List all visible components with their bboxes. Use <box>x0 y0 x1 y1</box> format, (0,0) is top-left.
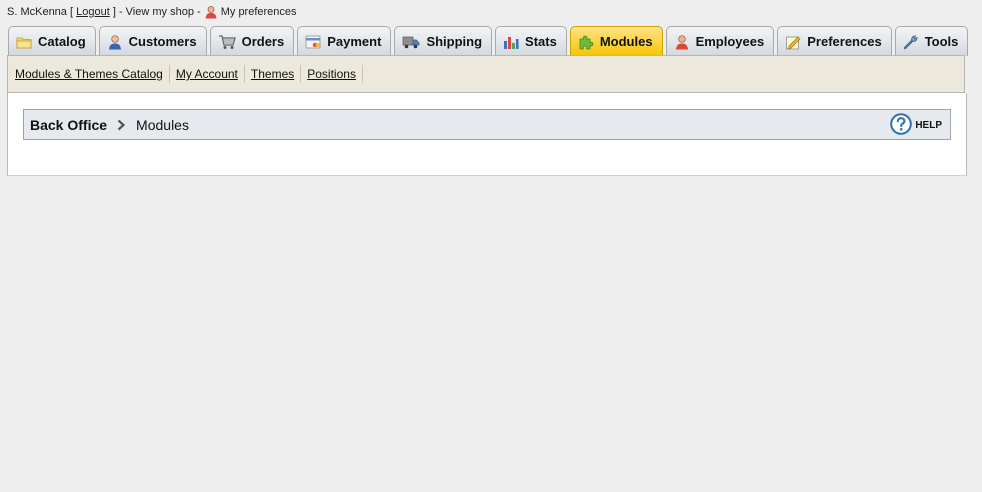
tab-label: Shipping <box>426 34 483 49</box>
tab-preferences[interactable]: Preferences <box>777 26 892 56</box>
preferences-icon <box>786 36 801 49</box>
sub-navigation: Modules & Themes Catalog My Account Them… <box>7 55 965 93</box>
payment-icon <box>305 35 321 48</box>
tab-label: Catalog <box>38 34 86 49</box>
tab-catalog[interactable]: Catalog <box>8 26 96 56</box>
tab-stats[interactable]: Stats <box>495 26 567 56</box>
tab-label: Orders <box>241 34 285 49</box>
customer-icon <box>108 34 121 49</box>
chevron-right-icon <box>116 119 126 131</box>
my-preferences-label: My preferences <box>220 6 297 18</box>
view-shop-text[interactable]: ] - View my shop - <box>113 5 201 19</box>
user-icon <box>205 6 217 19</box>
truck-icon <box>403 36 420 48</box>
subnav-positions[interactable]: Positions <box>307 65 363 83</box>
tab-label: Preferences <box>807 34 882 49</box>
chart-icon <box>504 36 519 49</box>
help-button[interactable]: HELP <box>890 113 942 135</box>
help-label: HELP <box>915 120 942 131</box>
help-icon <box>890 113 913 135</box>
tab-label: Employees <box>695 34 765 49</box>
tab-label: Modules <box>599 34 653 49</box>
tab-label: Tools <box>924 34 959 49</box>
subnav-my-account[interactable]: My Account <box>176 65 245 83</box>
breadcrumb: Back Office Modules HELP <box>23 109 951 140</box>
subnav-modules-themes-catalog[interactable]: Modules & Themes Catalog <box>15 65 170 83</box>
tab-label: Stats <box>525 34 557 49</box>
folder-icon <box>16 37 32 48</box>
wrench-icon <box>903 34 918 49</box>
tab-modules[interactable]: Modules <box>569 26 663 56</box>
tab-orders[interactable]: Orders <box>209 26 295 56</box>
user-name: S. McKenna [ <box>7 6 74 18</box>
subnav-themes[interactable]: Themes <box>251 65 302 83</box>
cart-icon <box>218 34 236 49</box>
logout-link[interactable]: Logout <box>76 5 110 19</box>
my-preferences-link[interactable]: My preferences <box>204 5 297 19</box>
tab-tools[interactable]: Tools <box>894 26 969 56</box>
breadcrumb-home[interactable]: Back Office <box>30 117 107 133</box>
user-bar: S. McKenna [ Logout ] - View my shop - M… <box>7 5 297 19</box>
tab-customers[interactable]: Customers <box>98 26 207 56</box>
tab-shipping[interactable]: Shipping <box>394 26 493 56</box>
tab-label: Payment <box>327 34 382 49</box>
tab-label: Customers <box>128 34 197 49</box>
tab-employees[interactable]: Employees <box>665 26 775 56</box>
main-tabs: Catalog Customers Orders Payment Shippin… <box>8 25 971 56</box>
puzzle-icon <box>579 35 594 49</box>
content-panel: Back Office Modules HELP <box>7 93 967 176</box>
breadcrumb-current: Modules <box>136 116 189 133</box>
employee-icon <box>675 34 688 49</box>
tab-payment[interactable]: Payment <box>297 26 392 56</box>
